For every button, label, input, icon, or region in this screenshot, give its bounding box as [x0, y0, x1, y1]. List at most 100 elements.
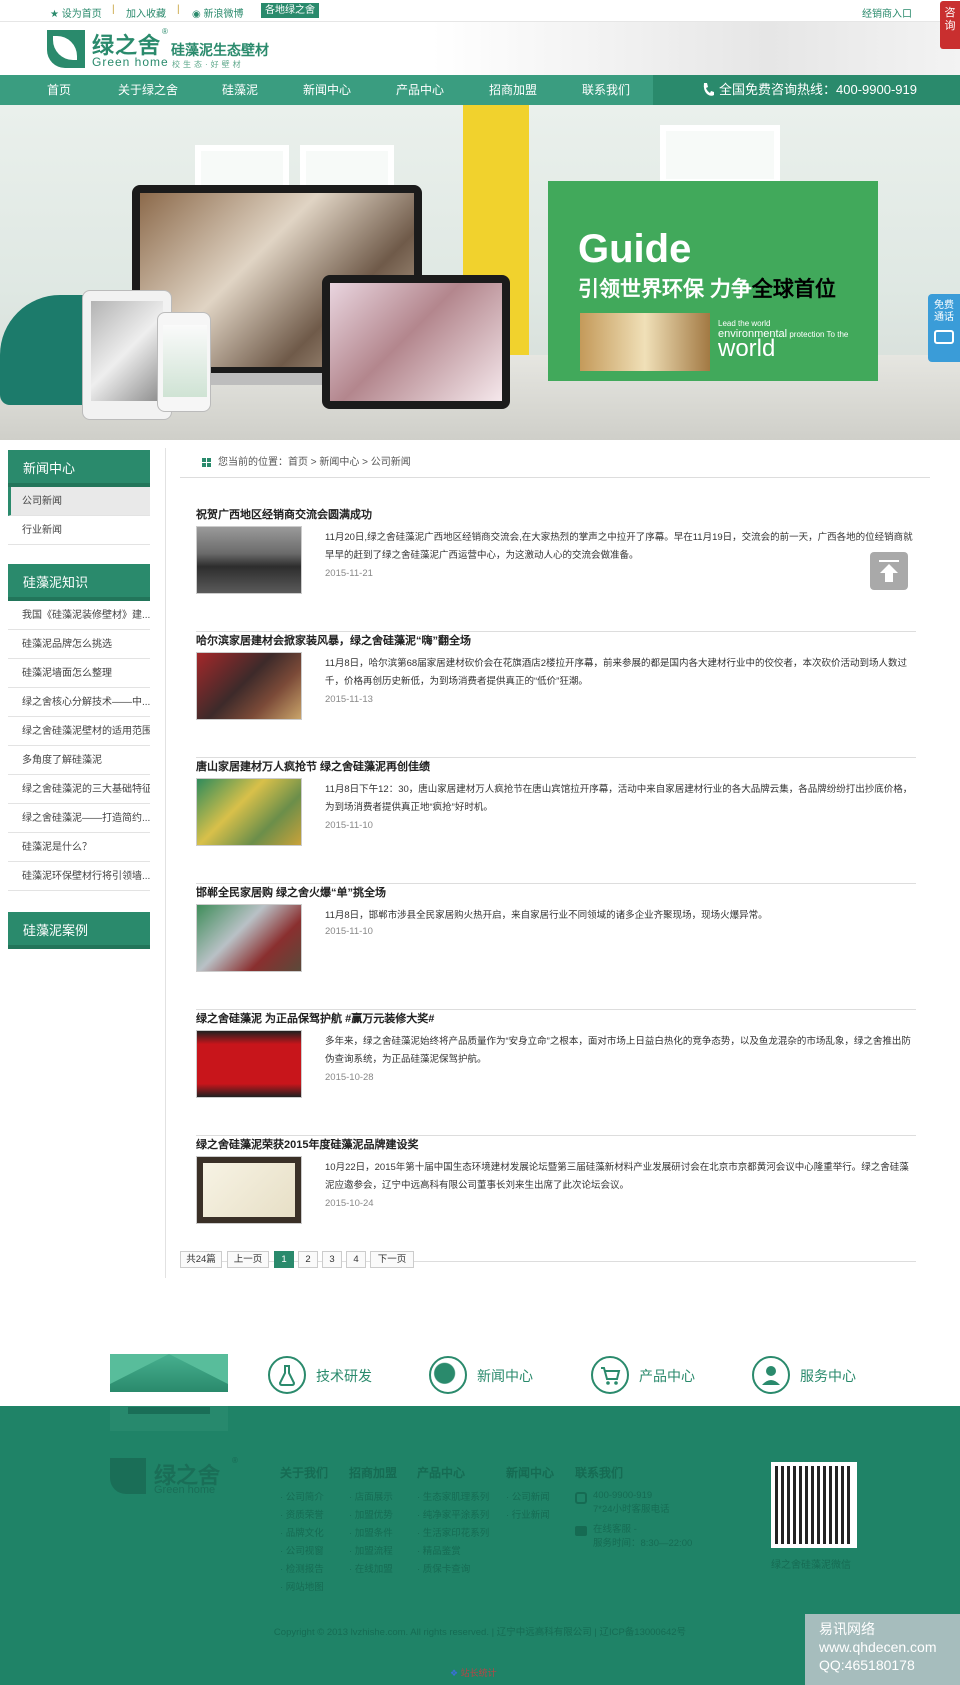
- news-title[interactable]: 邯郸全民家居购 绿之舍火爆“单”挑全场: [196, 884, 386, 900]
- footer-link[interactable]: · 在线加盟: [349, 1561, 397, 1579]
- footer-link[interactable]: · 公司视窗: [280, 1543, 328, 1561]
- add-favorite-link[interactable]: 加入收藏: [126, 5, 166, 20]
- footer-link[interactable]: · 行业新闻: [506, 1507, 554, 1525]
- sidebar-knowledge-link[interactable]: 硅藻泥环保壁材行将引领墙...: [8, 862, 150, 891]
- hotline-text: 全国免费咨询热线：400-9900-919: [719, 82, 917, 97]
- news-title[interactable]: 绿之舍硅藻泥 为正品保驾护航 #赢万元装修大奖#: [196, 1010, 434, 1026]
- sidebar-item-company-news[interactable]: 公司新闻: [8, 487, 150, 516]
- news-thumbnail[interactable]: [196, 904, 302, 972]
- guide-small-line: protection: [789, 330, 825, 339]
- envelope-bottom: [110, 1406, 228, 1431]
- news-thumbnail[interactable]: [196, 526, 302, 594]
- phone-icon: [575, 1492, 587, 1504]
- guide-tagline: 引领世界环保 力争全球首位: [578, 273, 836, 303]
- set-homepage-link[interactable]: ★ 设为首页: [50, 5, 102, 20]
- nav-about[interactable]: 关于绿之舍: [118, 75, 178, 105]
- pager-page[interactable]: 3: [322, 1251, 342, 1268]
- news-date: 2015-11-13: [325, 694, 373, 705]
- nav-home[interactable]: 首页: [47, 75, 71, 105]
- footer-link[interactable]: · 资质荣誉: [280, 1507, 328, 1525]
- sidebar-cases-heading[interactable]: 硅藻泥案例: [8, 912, 150, 949]
- news-title[interactable]: 绿之舍硅藻泥荣获2015年度硅藻泥品牌建设奖: [196, 1136, 418, 1152]
- news-date: 2015-11-10: [325, 820, 373, 831]
- news-item[interactable]: 哈尔滨家居建材会掀家装风暴，绿之舍硅藻泥“嗨”翻全场 11月8日，哈尔滨第68届…: [196, 632, 916, 758]
- news-thumbnail[interactable]: [196, 1156, 302, 1224]
- footer-link[interactable]: · 检测报告: [280, 1561, 328, 1579]
- sidebar-knowledge-link[interactable]: 硅藻泥品牌怎么挑选: [8, 630, 150, 659]
- sidebar-knowledge-link[interactable]: 多角度了解硅藻泥: [8, 746, 150, 775]
- footer-link[interactable]: · 公司简介: [280, 1489, 328, 1507]
- back-to-top-button[interactable]: [870, 552, 908, 590]
- nav-franchise[interactable]: 招商加盟: [489, 75, 537, 105]
- pager-page[interactable]: 4: [346, 1251, 366, 1268]
- pager-page[interactable]: 1: [274, 1251, 294, 1268]
- quick-link-label: 技术研发: [316, 1368, 372, 1384]
- wall-frame: [660, 125, 780, 185]
- pager-page[interactable]: 2: [298, 1251, 318, 1268]
- footer-link[interactable]: · 加盟优势: [349, 1507, 397, 1525]
- grid-icon: [202, 458, 211, 467]
- news-title[interactable]: 祝贺广西地区经销商交流会圆满成功: [196, 506, 372, 522]
- footer-link[interactable]: · 生态家肌理系列: [417, 1489, 489, 1507]
- footer-link[interactable]: · 公司新闻: [506, 1489, 554, 1507]
- pager-next[interactable]: 下一页: [370, 1251, 414, 1268]
- footer-col-about: 关于我们 · 公司简介 · 资质荣誉 · 品牌文化 · 公司视窗 · 检测报告 …: [280, 1464, 328, 1597]
- hero-banner[interactable]: Guide 引领世界环保 力争全球首位 Lead the world envir…: [0, 105, 960, 440]
- sidebar-knowledge-link[interactable]: 硅藻泥墙面怎么整理: [8, 659, 150, 688]
- news-summary: 多年来，绿之舍硅藻泥始终将产品质量作为“安身立命”之根本，面对市场上日益白热化的…: [325, 1036, 911, 1065]
- sidebar-knowledge-link[interactable]: 我国《硅藻泥装修壁材》建...: [8, 601, 150, 630]
- news-thumbnail[interactable]: [196, 652, 302, 720]
- nav-diatomite[interactable]: 硅藻泥: [222, 75, 258, 105]
- star-icon: ★: [50, 9, 59, 20]
- sidebar-divider: [165, 448, 166, 1278]
- consult-tab[interactable]: 咨询: [940, 1, 960, 49]
- weibo-link[interactable]: ◉ 新浪微博: [192, 5, 244, 20]
- footer-link[interactable]: · 网站地图: [280, 1579, 328, 1597]
- news-item[interactable]: 唐山家居建材万人疯抢节 绿之舍硅藻泥再创佳绩 11月8日下午12：30，唐山家居…: [196, 758, 916, 884]
- news-item[interactable]: 邯郸全民家居购 绿之舍火爆“单”挑全场 11月8日，邯郸市涉县全民家居购火热开启…: [196, 884, 916, 1010]
- tagline-part-b: 全球首位: [751, 278, 836, 301]
- footer-online-service[interactable]: 在线客服 -: [593, 1523, 692, 1537]
- footer-link[interactable]: · 店面展示: [349, 1489, 397, 1507]
- news-item[interactable]: 绿之舍硅藻泥荣获2015年度硅藻泥品牌建设奖 10月22日，2015年第十届中国…: [196, 1136, 916, 1262]
- dealer-entry-link[interactable]: 经销商入口: [862, 5, 912, 20]
- footer-link[interactable]: · 纯净家平涂系列: [417, 1507, 489, 1525]
- news-thumbnail[interactable]: [196, 1030, 302, 1098]
- nav-news[interactable]: 新闻中心: [303, 75, 351, 105]
- sidebar-knowledge-link[interactable]: 硅藻泥是什么？: [8, 833, 150, 862]
- news-title[interactable]: 唐山家居建材万人疯抢节 绿之舍硅藻泥再创佳绩: [196, 758, 430, 774]
- footer-col-heading: 新闻中心: [506, 1466, 555, 1480]
- sidebar-knowledge-link[interactable]: 绿之舍硅藻泥——打造简约...: [8, 804, 150, 833]
- nav-contact[interactable]: 联系我们: [582, 75, 630, 105]
- free-call-widget[interactable]: 免费通话: [928, 294, 960, 362]
- news-thumbnail[interactable]: [196, 778, 302, 846]
- sidebar-knowledge-link[interactable]: 绿之舍硅藻泥的三大基础特征: [8, 775, 150, 804]
- tablet-device: [322, 275, 510, 409]
- news-item[interactable]: 祝贺广西地区经销商交流会圆满成功 11月20日,绿之舍硅藻泥广西地区经销商交流会…: [196, 506, 916, 632]
- news-summary: 11月8日，哈尔滨第68届家居建材砍价会在花旗酒店2楼拉开序幕，前来参展的都是国…: [325, 658, 907, 687]
- news-item[interactable]: 绿之舍硅藻泥 为正品保驾护航 #赢万元装修大奖# 多年来，绿之舍硅藻泥始终将产品…: [196, 1010, 916, 1136]
- sidebar-knowledge-link[interactable]: 绿之舍核心分解技术——中...: [8, 688, 150, 717]
- footer-col-heading: 产品中心: [417, 1466, 466, 1480]
- breadcrumb-text[interactable]: 您当前的位置：首页 > 新闻中心 > 公司新闻: [218, 457, 411, 468]
- footer-link[interactable]: · 加盟条件: [349, 1525, 397, 1543]
- main-nav: 首页 关于绿之舍 硅藻泥 新闻中心 产品中心 招商加盟 联系我们 全国免费咨询热…: [0, 75, 960, 105]
- footer-link[interactable]: · 生活家印花系列: [417, 1525, 489, 1543]
- footer-link[interactable]: · 精品鉴赏: [417, 1543, 489, 1561]
- site-stats-link[interactable]: ❖ 站长统计: [450, 1666, 497, 1679]
- phone-icon: [703, 83, 714, 96]
- news-title[interactable]: 哈尔滨家居建材会掀家装风暴，绿之舍硅藻泥“嗨”翻全场: [196, 632, 471, 648]
- footer-link[interactable]: · 品牌文化: [280, 1525, 328, 1543]
- nav-products[interactable]: 产品中心: [396, 75, 444, 105]
- site-stats-label: 站长统计: [460, 1668, 497, 1678]
- footer-link[interactable]: · 质保卡查询: [417, 1561, 489, 1579]
- footer-col-franchise: 招商加盟 · 店面展示 · 加盟优势 · 加盟条件 · 加盟流程 · 在线加盟: [349, 1464, 397, 1579]
- globe-icon: [429, 1356, 467, 1394]
- watermark-line: QQ:465180178: [819, 1657, 915, 1673]
- footer-link[interactable]: · 加盟流程: [349, 1543, 397, 1561]
- sidebar-knowledge-link[interactable]: 绿之舍硅藻泥壁材的适用范围: [8, 717, 150, 746]
- pager-prev[interactable]: 上一页: [227, 1251, 269, 1268]
- regional-sites-button[interactable]: 各地绿之舍: [261, 3, 319, 18]
- sidebar-item-industry-news[interactable]: 行业新闻: [8, 516, 150, 545]
- pager-total: 共24篇: [180, 1251, 222, 1268]
